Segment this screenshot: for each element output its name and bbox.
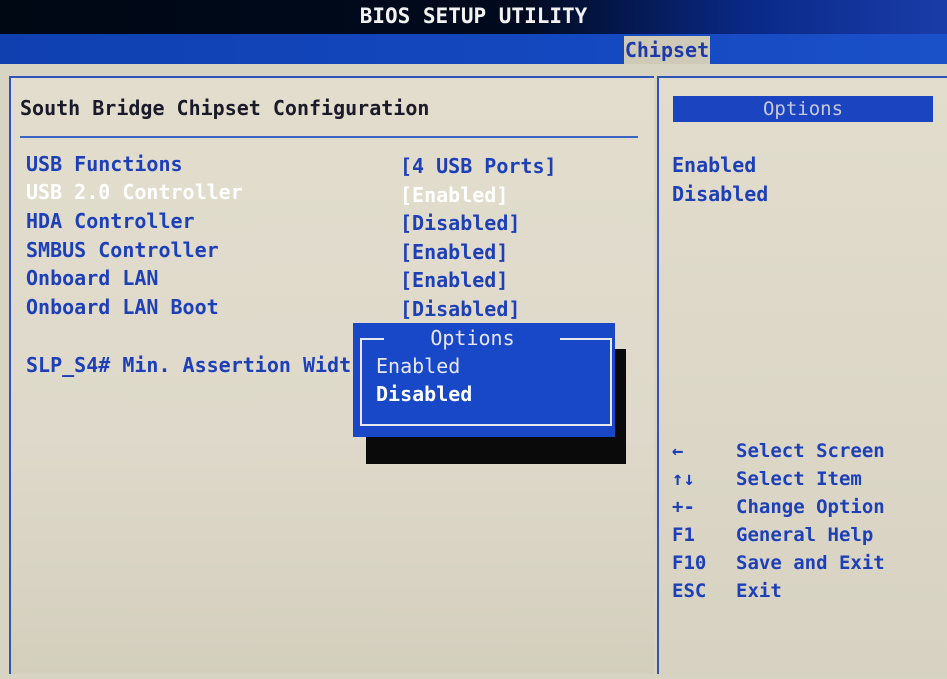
bios-screen: BIOS SETUP UTILITY Chipset South Bridge … (0, 0, 947, 679)
key-help-row: ESC Exit (672, 580, 782, 602)
key-help-desc: Exit (736, 580, 782, 602)
key-help-row: +- Change Option (672, 496, 885, 518)
setting-label-slp-s4-min-assertion[interactable]: SLP_S4# Min. Assertion Widt (26, 353, 351, 377)
key-help-desc: Change Option (736, 496, 885, 518)
key-help-desc: Select Screen (736, 440, 885, 462)
tab-chipset[interactable]: Chipset (624, 36, 710, 64)
setting-value-onboard-lan[interactable]: [Enabled] (400, 268, 508, 292)
popup-option-enabled[interactable]: Enabled (376, 354, 460, 378)
setting-label-usb-2-controller[interactable]: USB 2.0 Controller (26, 180, 243, 204)
popup-frame-edge (360, 338, 384, 340)
key-help-row: F1 General Help (672, 524, 873, 546)
up-down-arrow-key: ↑↓ (672, 468, 695, 490)
esc-key: ESC (672, 580, 707, 602)
key-help-desc: General Help (736, 524, 874, 546)
section-title: South Bridge Chipset Configuration (20, 96, 430, 120)
key-help-desc: Save and Exit (736, 552, 885, 574)
setting-label-smbus-controller[interactable]: SMBUS Controller (26, 238, 219, 262)
key-help-row: ↑↓ Select Item (672, 468, 862, 490)
popup-option-disabled[interactable]: Disabled (376, 382, 472, 406)
setting-label-usb-functions[interactable]: USB Functions (26, 152, 183, 176)
section-divider (20, 136, 638, 138)
setting-label-onboard-lan[interactable]: Onboard LAN (26, 266, 158, 290)
tab-bar (0, 34, 947, 64)
setting-value-hda-controller[interactable]: [Disabled] (400, 211, 520, 235)
setting-value-usb-2-controller[interactable]: [Enabled] (400, 183, 508, 207)
setting-value-onboard-lan-boot[interactable]: [Disabled] (400, 297, 520, 321)
key-help-row: ← Select Screen (672, 440, 885, 462)
popup-title: Options (430, 326, 515, 350)
setting-value-usb-functions[interactable]: [4 USB Ports] (400, 154, 557, 178)
f10-key: F10 (672, 552, 707, 574)
setting-label-onboard-lan-boot[interactable]: Onboard LAN Boot (26, 295, 219, 319)
app-title: BIOS SETUP UTILITY (359, 4, 588, 28)
key-help-row: F10 Save and Exit (672, 552, 885, 574)
help-option-enabled: Enabled (672, 153, 757, 177)
key-help-desc: Select Item (736, 468, 862, 490)
plus-minus-key: +- (672, 496, 695, 518)
title-bar: BIOS SETUP UTILITY (0, 0, 947, 34)
f1-key: F1 (672, 524, 695, 546)
help-options-header: Options (673, 96, 933, 122)
help-option-disabled: Disabled (672, 182, 769, 206)
setting-label-hda-controller[interactable]: HDA Controller (26, 209, 195, 233)
setting-value-smbus-controller[interactable]: [Enabled] (400, 240, 508, 264)
left-arrow-key: ← (672, 440, 684, 462)
popup-frame-edge (560, 338, 610, 340)
